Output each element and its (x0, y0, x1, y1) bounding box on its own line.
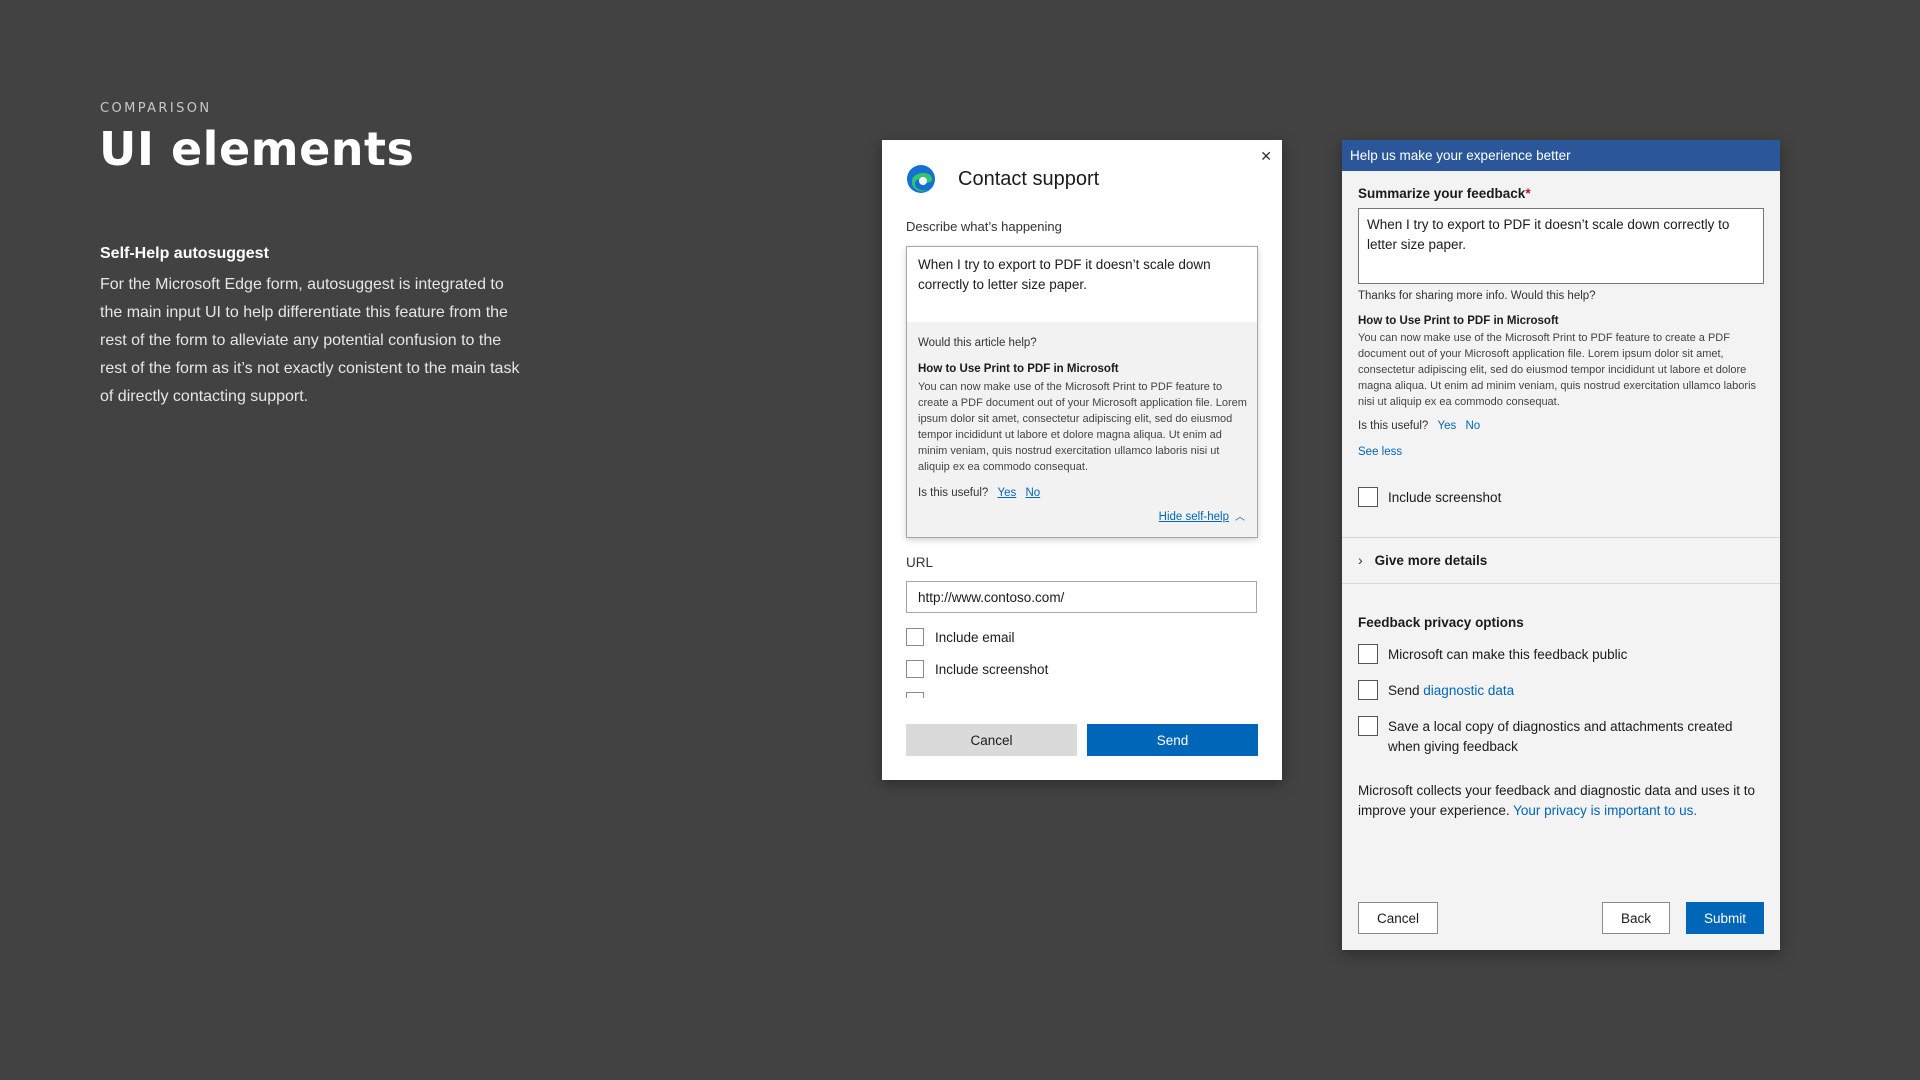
close-icon[interactable]: ✕ (1260, 148, 1272, 164)
hide-selfhelp-label: Hide self-help (1158, 511, 1229, 523)
section-eyebrow: COMPARISON (100, 101, 212, 116)
submit-button[interactable]: Submit (1686, 902, 1764, 934)
url-label: URL (906, 555, 934, 570)
describe-label: Describe what’s happening (906, 219, 1062, 234)
include-screenshot-label: Include screenshot (935, 661, 1049, 677)
include-email-checkbox[interactable] (906, 628, 924, 646)
public-feedback-row[interactable]: Microsoft can make this feedback public (1358, 644, 1628, 665)
summarize-label-text: Summarize your feedback (1358, 186, 1526, 201)
hide-selfhelp-link[interactable]: Hide self-help ︿ (1159, 508, 1245, 523)
article-title[interactable]: How to Use Print to PDF in Microsoft (918, 363, 1119, 375)
useful-prompt: Is this useful? Yes No (1358, 420, 1480, 432)
feature-title: Self-Help autosuggest (100, 245, 269, 262)
page-title: UI elements (99, 122, 415, 176)
see-less-link[interactable]: See less (1358, 446, 1402, 458)
contact-support-dialog: ✕ Contact support Describe what’s happen… (882, 140, 1282, 780)
summary-textarea[interactable]: When I try to export to PDF it doesn’t s… (1358, 208, 1764, 284)
include-screenshot-checkbox-row[interactable]: Include screenshot (906, 660, 1048, 678)
send-diagnostic-row[interactable]: Send diagnostic data (1358, 680, 1514, 701)
cancel-button[interactable]: Cancel (906, 724, 1077, 756)
clipped-checkbox (906, 692, 924, 698)
privacy-link[interactable]: Your privacy is important to us. (1513, 803, 1697, 818)
privacy-notice: Microsoft collects your feedback and dia… (1358, 781, 1758, 821)
give-more-details-label: Give more details (1374, 552, 1488, 568)
public-feedback-checkbox[interactable] (1358, 644, 1378, 664)
feature-description: For the Microsoft Edge form, autosuggest… (100, 276, 520, 405)
useful-label: Is this useful? (1358, 420, 1429, 432)
selfhelp-question: Would this article help? (918, 337, 1037, 349)
include-screenshot-row[interactable]: Include screenshot (1358, 487, 1502, 508)
useful-label: Is this useful? (918, 487, 989, 499)
save-local-copy-checkbox[interactable] (1358, 716, 1378, 736)
thanks-text: Thanks for sharing more info. Would this… (1358, 290, 1596, 302)
useful-yes-link[interactable]: Yes (998, 487, 1017, 499)
chevron-up-icon: ︿ (1235, 512, 1245, 523)
include-screenshot-checkbox[interactable] (906, 660, 924, 678)
article-body: You can now make use of the Microsoft Pr… (918, 381, 1247, 473)
summarize-label: Summarize your feedback* (1358, 186, 1531, 201)
url-input[interactable] (906, 581, 1257, 613)
divider (1342, 537, 1780, 538)
describe-input-value[interactable]: When I try to export to PDF it doesn’t s… (918, 255, 1248, 295)
chevron-right-icon: › (1358, 552, 1363, 568)
send-diagnostic-checkbox[interactable] (1358, 680, 1378, 700)
useful-no-link[interactable]: No (1026, 487, 1041, 499)
send-button[interactable]: Send (1087, 724, 1258, 756)
send-diagnostic-label: Send diagnostic data (1388, 681, 1514, 701)
summary-value[interactable]: When I try to export to PDF it doesn’t s… (1367, 215, 1752, 255)
edge-logo-icon (907, 165, 935, 193)
required-mark: * (1525, 186, 1531, 201)
divider (1342, 583, 1780, 584)
privacy-options-title: Feedback privacy options (1358, 615, 1524, 630)
save-local-copy-label: Save a local copy of diagnostics and att… (1388, 719, 1733, 754)
clipped-checkbox-row (906, 692, 1026, 698)
public-feedback-label: Microsoft can make this feedback public (1388, 647, 1628, 662)
send-diagnostic-prefix: Send (1388, 683, 1420, 698)
useful-no-link[interactable]: No (1466, 420, 1481, 432)
article-body: You can now make use of the Microsoft Pr… (1358, 332, 1757, 408)
cancel-button[interactable]: Cancel (1358, 902, 1438, 934)
useful-prompt: Is this useful? Yes No (918, 487, 1040, 499)
include-screenshot-label: Include screenshot (1388, 490, 1502, 505)
diagnostic-data-link[interactable]: diagnostic data (1423, 683, 1514, 698)
include-email-label: Include email (935, 629, 1015, 645)
describe-input-with-selfhelp[interactable]: When I try to export to PDF it doesn’t s… (906, 246, 1258, 538)
include-email-checkbox-row[interactable]: Include email (906, 628, 1015, 646)
back-button[interactable]: Back (1602, 902, 1670, 934)
give-more-details-toggle[interactable]: › Give more details (1358, 552, 1487, 568)
feedback-header: Help us make your experience better (1342, 140, 1780, 171)
feedback-dialog: Help us make your experience better Summ… (1342, 140, 1780, 950)
article-title[interactable]: How to Use Print to PDF in Microsoft (1358, 315, 1559, 327)
dialog-title: Contact support (958, 168, 1100, 190)
useful-yes-link[interactable]: Yes (1438, 420, 1457, 432)
save-local-copy-row[interactable]: Save a local copy of diagnostics and att… (1358, 716, 1758, 757)
selfhelp-panel: Would this article help? How to Use Prin… (907, 322, 1257, 537)
include-screenshot-checkbox[interactable] (1358, 487, 1378, 507)
